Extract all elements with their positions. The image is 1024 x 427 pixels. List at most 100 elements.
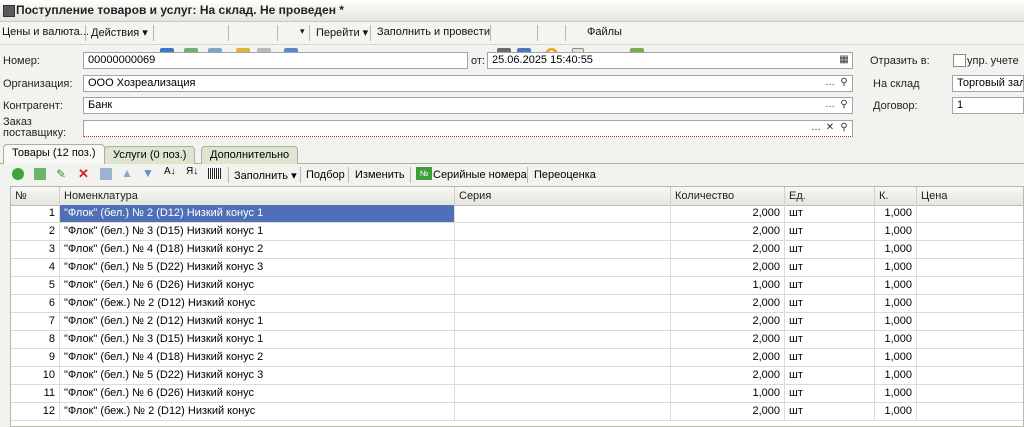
table-cell[interactable]: 2,000 [671, 313, 785, 330]
table-cell[interactable]: 2 [11, 223, 60, 240]
serial-numbers-button[interactable]: Серийные номера [433, 169, 527, 181]
table-cell[interactable] [455, 367, 671, 384]
table-cell[interactable] [917, 403, 1023, 420]
col-price[interactable]: Цена [917, 187, 1023, 205]
table-cell[interactable]: 1,000 [875, 205, 917, 222]
barcode-icon[interactable] [208, 168, 221, 179]
table-cell[interactable]: 2,000 [671, 331, 785, 348]
table-cell[interactable]: 3 [11, 241, 60, 258]
contractor-field[interactable]: Банк [83, 97, 853, 114]
table-cell[interactable]: 2,000 [671, 295, 785, 312]
add-icon[interactable] [12, 168, 24, 180]
table-cell[interactable]: 9 [11, 349, 60, 366]
table-cell[interactable]: 1,000 [875, 403, 917, 420]
table-cell[interactable]: 1,000 [671, 277, 785, 294]
table-row[interactable]: 12 "Флок" (беж.) № 2 (D12) Низкий конус 2,… [11, 403, 1023, 421]
mgmt-checkbox[interactable] [953, 54, 966, 67]
table-row[interactable]: 9 "Флок" (бел.) № 4 (D18) Низкий конус 2 2… [11, 349, 1023, 367]
table-cell[interactable] [455, 205, 671, 222]
table-cell[interactable]: шт [785, 349, 875, 366]
table-cell[interactable] [917, 205, 1023, 222]
table-cell[interactable]: 1,000 [875, 241, 917, 258]
calendar-icon[interactable]: ▦ [838, 53, 850, 67]
table-cell[interactable]: шт [785, 367, 875, 384]
col-number[interactable]: № [11, 187, 60, 205]
table-cell[interactable] [455, 331, 671, 348]
sort-asc-icon[interactable]: A↓ [164, 166, 176, 177]
table-cell[interactable] [455, 403, 671, 420]
table-cell[interactable]: 2,000 [671, 403, 785, 420]
order-field[interactable] [83, 120, 853, 137]
table-row[interactable]: 3 "Флок" (бел.) № 4 (D18) Низкий конус 2 2… [11, 241, 1023, 259]
table-cell[interactable]: шт [785, 313, 875, 330]
goto-menu-button[interactable]: Перейти ▾ [316, 26, 368, 39]
table-cell[interactable] [917, 241, 1023, 258]
table-cell[interactable]: "Флок" (бел.) № 3 (D15) Низкий конус 1 [60, 223, 455, 240]
table-cell[interactable]: 8 [11, 331, 60, 348]
files-button[interactable]: Файлы [587, 26, 622, 38]
table-row[interactable]: 4 "Флок" (бел.) № 5 (D22) Низкий конус 3 2… [11, 259, 1023, 277]
table-cell[interactable] [455, 295, 671, 312]
table-cell[interactable]: 10 [11, 367, 60, 384]
table-cell[interactable]: 11 [11, 385, 60, 402]
table-cell[interactable]: шт [785, 277, 875, 294]
table-cell[interactable] [455, 349, 671, 366]
select-button[interactable]: … [824, 76, 836, 90]
table-cell[interactable]: шт [785, 241, 875, 258]
table-cell[interactable] [917, 367, 1023, 384]
col-unit[interactable]: Ед. [785, 187, 875, 205]
table-cell[interactable]: 2,000 [671, 223, 785, 240]
search-icon[interactable]: ⚲ [838, 76, 850, 90]
table-cell[interactable]: "Флок" (бел.) № 5 (D22) Низкий конус 3 [60, 259, 455, 276]
table-cell[interactable] [455, 259, 671, 276]
tab-goods[interactable]: Товары (12 поз.) [3, 144, 105, 164]
col-series[interactable]: Серия [455, 187, 671, 205]
table-cell[interactable]: 2,000 [671, 259, 785, 276]
table-cell[interactable] [455, 277, 671, 294]
table-row[interactable]: 8 "Флок" (бел.) № 3 (D15) Низкий конус 1 2… [11, 331, 1023, 349]
tab-additional[interactable]: Дополнительно [201, 146, 299, 164]
table-cell[interactable]: 1,000 [671, 385, 785, 402]
select-button[interactable]: … [810, 121, 822, 135]
table-cell[interactable]: 1,000 [875, 385, 917, 402]
table-cell[interactable]: шт [785, 385, 875, 402]
table-cell[interactable]: "Флок" (бел.) № 6 (D26) Низкий конус [60, 385, 455, 402]
search-icon[interactable]: ⚲ [838, 121, 850, 135]
col-quantity[interactable]: Количество [671, 187, 785, 205]
table-cell[interactable]: 4 [11, 259, 60, 276]
table-cell[interactable]: шт [785, 259, 875, 276]
table-cell[interactable]: 1,000 [875, 295, 917, 312]
table-cell[interactable] [917, 385, 1023, 402]
table-cell[interactable]: 1,000 [875, 259, 917, 276]
table-cell[interactable]: шт [785, 295, 875, 312]
table-row[interactable]: 7 "Флок" (бел.) № 2 (D12) Низкий конус 1 2… [11, 313, 1023, 331]
table-cell[interactable]: 12 [11, 403, 60, 420]
table-cell[interactable] [455, 385, 671, 402]
table-cell[interactable]: "Флок" (бел.) № 4 (D18) Низкий конус 2 [60, 349, 455, 366]
table-cell[interactable] [917, 331, 1023, 348]
table-cell[interactable]: 2,000 [671, 205, 785, 222]
table-cell[interactable]: 7 [11, 313, 60, 330]
table-cell[interactable]: шт [785, 403, 875, 420]
table-cell[interactable] [917, 277, 1023, 294]
table-cell[interactable]: 1,000 [875, 349, 917, 366]
table-cell[interactable]: 1,000 [875, 223, 917, 240]
pick-button[interactable]: Подбор [306, 169, 345, 181]
warehouse-field[interactable]: Торговый зал [952, 75, 1024, 92]
table-cell[interactable] [455, 313, 671, 330]
table-cell[interactable] [917, 223, 1023, 240]
table-cell[interactable] [455, 223, 671, 240]
table-cell[interactable]: "Флок" (бел.) № 2 (D12) Низкий конус 1 [60, 313, 455, 330]
table-cell[interactable]: 1,000 [875, 277, 917, 294]
table-cell[interactable]: "Флок" (бел.) № 6 (D26) Низкий конус [60, 277, 455, 294]
col-coef[interactable]: К. [875, 187, 917, 205]
clear-icon[interactable]: ✕ [824, 121, 836, 135]
date-field[interactable]: 25.06.2025 15:40:55 [487, 52, 853, 69]
table-cell[interactable]: 2,000 [671, 241, 785, 258]
select-button[interactable]: … [824, 98, 836, 112]
table-cell[interactable]: "Флок" (беж.) № 2 (D12) Низкий конус [60, 403, 455, 420]
goods-table[interactable]: № Номенклатура Серия Количество Ед. К. Ц… [10, 186, 1024, 427]
table-cell[interactable]: 1,000 [875, 367, 917, 384]
table-cell[interactable]: 2,000 [671, 349, 785, 366]
chevron-down-icon[interactable]: ▾ [300, 26, 305, 37]
